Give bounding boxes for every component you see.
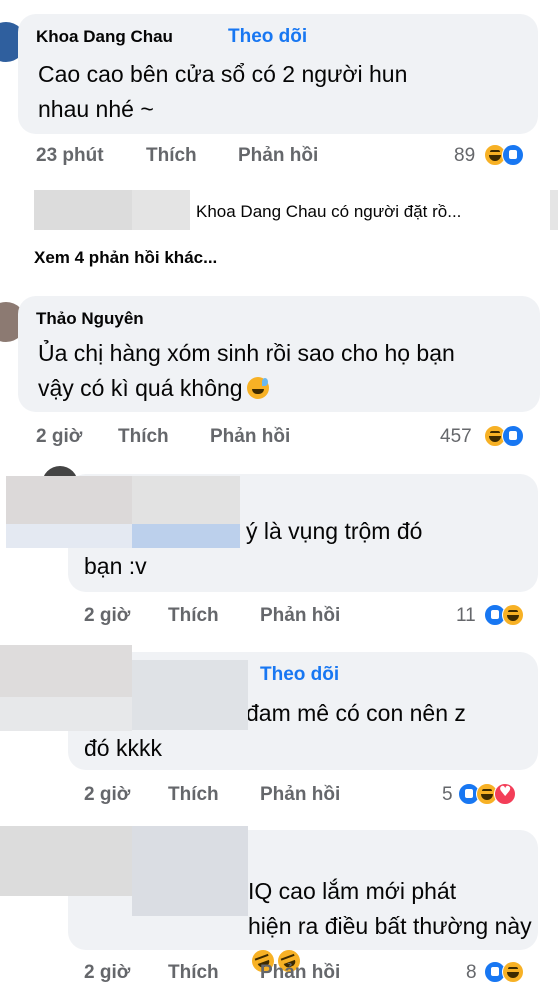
like-reaction-icon xyxy=(502,144,524,166)
blurred-avatar xyxy=(6,524,132,548)
reply-button[interactable]: Phản hồi xyxy=(260,605,340,627)
comment-actions: 2 giờ Thích Phản hồi xyxy=(84,784,384,810)
comment-text: Ủa chị hàng xóm sinh rồi sao cho họ bạn … xyxy=(38,336,455,406)
like-button[interactable]: Thích xyxy=(168,784,219,806)
haha-reaction-icon xyxy=(502,604,524,626)
blurred-name xyxy=(132,524,240,548)
blurred-name xyxy=(132,476,240,524)
blurred-avatar xyxy=(0,645,132,697)
comment-text-line: nhau nhé ~ xyxy=(38,96,154,122)
reply-button[interactable]: Phản hồi xyxy=(260,784,340,806)
scrollbar-thumb[interactable] xyxy=(550,190,558,230)
comment-text-line: IQ cao lắm mới phát xyxy=(248,878,457,904)
comment-actions: 2 giờ Thích Phản hồi xyxy=(84,605,384,631)
comment-text-span: vậy có kì quá không xyxy=(38,375,243,401)
reaction-icons[interactable] xyxy=(484,425,544,447)
reply-button[interactable]: Phản hồi xyxy=(210,426,290,448)
comment-text-line: vậy có kì quá không xyxy=(38,371,455,406)
reaction-icons[interactable] xyxy=(484,144,544,166)
comment-text-line: đó kkkk xyxy=(84,735,162,761)
comment-author[interactable]: Thảo Nguyên xyxy=(36,309,144,329)
like-button[interactable]: Thích xyxy=(168,605,219,627)
comment-time[interactable]: 23 phút xyxy=(36,145,104,167)
comment-text-line: bạn :v xyxy=(84,553,147,579)
like-button[interactable]: Thích xyxy=(168,962,219,984)
reply-button[interactable]: Phản hồi xyxy=(260,962,340,984)
comment-bubble: Khoa Dang Chau Theo dõi Cao cao bên cửa … xyxy=(18,14,538,134)
blurred-name xyxy=(132,660,248,730)
reaction-icons[interactable] xyxy=(484,604,544,626)
comment-bubble: Thảo Nguyên Ủa chị hàng xóm sinh rồi sao… xyxy=(18,296,540,412)
love-reaction-icon xyxy=(494,783,516,805)
comment-actions: 2 giờ Thích Phản hồi xyxy=(84,962,384,988)
like-button[interactable]: Thích xyxy=(118,426,169,448)
comment-time[interactable]: 2 giờ xyxy=(84,605,130,627)
comment-text: Cao cao bên cửa sổ có 2 người hun nhau n… xyxy=(38,57,407,127)
blurred-avatar xyxy=(34,190,132,230)
comment-text-line: ý là vụng trộm đó xyxy=(246,518,423,544)
blurred-avatar xyxy=(0,826,132,896)
comment-actions: 23 phút Thích Phản hồi xyxy=(36,145,336,171)
reaction-count[interactable]: 8 xyxy=(466,962,477,984)
follow-button[interactable]: Theo dõi xyxy=(228,26,307,48)
comment-time[interactable]: 2 giờ xyxy=(84,784,130,806)
reaction-count[interactable]: 89 xyxy=(454,145,475,167)
reaction-count[interactable]: 457 xyxy=(440,426,472,448)
reaction-icons[interactable] xyxy=(458,783,538,805)
comment-text: bạn :v xyxy=(84,549,147,584)
reaction-count[interactable]: 5 xyxy=(442,784,453,806)
comment-text: IQ cao lắm mới phát xyxy=(248,874,456,909)
comment-text-span: hiện ra điều bất thường này xyxy=(248,913,532,939)
grinning-sweat-emoji-icon xyxy=(246,377,269,399)
comment-time[interactable]: 2 giờ xyxy=(36,426,82,448)
comment-text-line: Cao cao bên cửa sổ có 2 người hun xyxy=(38,61,408,87)
like-button[interactable]: Thích xyxy=(146,145,197,167)
reply-button[interactable]: Phản hồi xyxy=(238,145,318,167)
like-reaction-icon xyxy=(502,425,524,447)
reply-preview-text[interactable]: Khoa Dang Chau có người đặt rồ... xyxy=(196,202,461,222)
reaction-icons[interactable] xyxy=(484,961,544,983)
view-more-replies-link[interactable]: Xem 4 phản hồi khác... xyxy=(34,248,217,268)
blurred-avatar xyxy=(0,697,132,731)
comment-time[interactable]: 2 giờ xyxy=(84,962,130,984)
comment-text-line: Ủa chị hàng xóm sinh rồi sao cho họ bạn xyxy=(38,340,455,366)
blurred-name xyxy=(132,826,248,916)
reaction-count[interactable]: 11 xyxy=(456,605,476,627)
comment-actions: 2 giờ Thích Phản hồi xyxy=(36,426,336,452)
comment-text-line: đam mê có con nên z xyxy=(246,700,466,726)
follow-button[interactable]: Theo dõi xyxy=(260,664,339,686)
comment-text: ý là vụng trộm đó xyxy=(246,514,422,549)
blurred-avatar xyxy=(6,476,132,524)
haha-reaction-icon xyxy=(502,961,524,983)
comment-text: đó kkkk xyxy=(84,731,162,766)
comment-author[interactable]: Khoa Dang Chau xyxy=(36,27,173,47)
comment-text: đam mê có con nên z xyxy=(246,696,466,731)
blurred-name xyxy=(132,190,190,230)
